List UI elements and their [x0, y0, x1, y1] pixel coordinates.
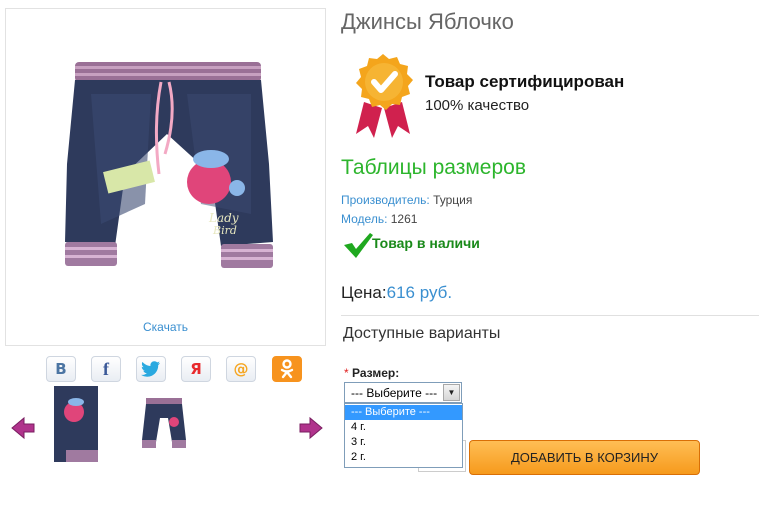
- odnoklassniki-share-icon[interactable]: [272, 356, 302, 382]
- ok-logo-icon: [280, 359, 294, 379]
- size-option[interactable]: 4 г.: [345, 420, 462, 435]
- next-arrow-icon[interactable]: [298, 416, 324, 440]
- mail-share-icon[interactable]: @: [226, 356, 256, 382]
- size-option[interactable]: 2 г.: [345, 450, 462, 465]
- size-dropdown-list: --- Выберите --- 4 г. 3 г. 2 г.: [344, 403, 463, 468]
- add-to-cart-button[interactable]: ДОБАВИТЬ В КОРЗИНУ: [469, 440, 700, 475]
- main-product-image[interactable]: Lady Bird Скачать: [5, 8, 326, 346]
- dropdown-arrow-icon[interactable]: ▼: [443, 384, 460, 401]
- divider: [341, 315, 759, 316]
- stock-text: Товар в наличи: [372, 235, 480, 251]
- vk-share-icon[interactable]: В: [46, 356, 76, 382]
- model-row: Модель: 1261: [341, 212, 417, 226]
- price-value: 616 руб.: [386, 283, 453, 302]
- size-option[interactable]: 3 г.: [345, 435, 462, 450]
- size-select-value: --- Выберите ---: [351, 386, 438, 400]
- product-title: Джинсы Яблочко: [341, 9, 514, 34]
- size-select[interactable]: --- Выберите --- ▼: [344, 382, 462, 403]
- required-mark: *: [344, 366, 349, 380]
- model-value: 1261: [390, 212, 418, 226]
- download-link[interactable]: Скачать: [6, 320, 325, 334]
- size-option[interactable]: --- Выберите ---: [345, 405, 462, 420]
- svg-text:Lady: Lady: [208, 211, 239, 225]
- thumbnail-1[interactable]: [50, 386, 102, 462]
- manufacturer-label[interactable]: Производитель:: [341, 193, 430, 207]
- size-label-text: Размер:: [352, 366, 400, 380]
- twitter-bird-icon: [141, 361, 160, 377]
- prev-arrow-icon[interactable]: [10, 416, 36, 440]
- thumbnail-2[interactable]: [138, 396, 190, 452]
- variants-title: Доступные варианты: [343, 325, 501, 342]
- facebook-share-icon[interactable]: f: [91, 356, 121, 382]
- jeans-image: Lady Bird: [65, 62, 273, 268]
- twitter-share-icon[interactable]: [136, 356, 166, 382]
- checkmark-icon: [344, 233, 373, 258]
- model-label[interactable]: Модель:: [341, 212, 387, 226]
- manufacturer-value: Турция: [433, 193, 473, 207]
- certificate-badge-icon: [356, 54, 413, 138]
- size-tables-link[interactable]: Таблицы размеров: [341, 156, 526, 180]
- svg-text:Bird: Bird: [212, 224, 237, 237]
- yandex-share-icon[interactable]: Я: [181, 356, 211, 382]
- certificate-subtitle: 100% качество: [425, 97, 530, 114]
- size-label: * Размер:: [344, 366, 399, 380]
- certificate-title: Товар сертифицирован: [425, 72, 625, 91]
- price-label: Цена:: [341, 283, 387, 302]
- social-share-row: В f Я @: [46, 356, 306, 384]
- price: Цена:616 руб.: [341, 283, 452, 303]
- manufacturer-row: Производитель: Турция: [341, 193, 472, 207]
